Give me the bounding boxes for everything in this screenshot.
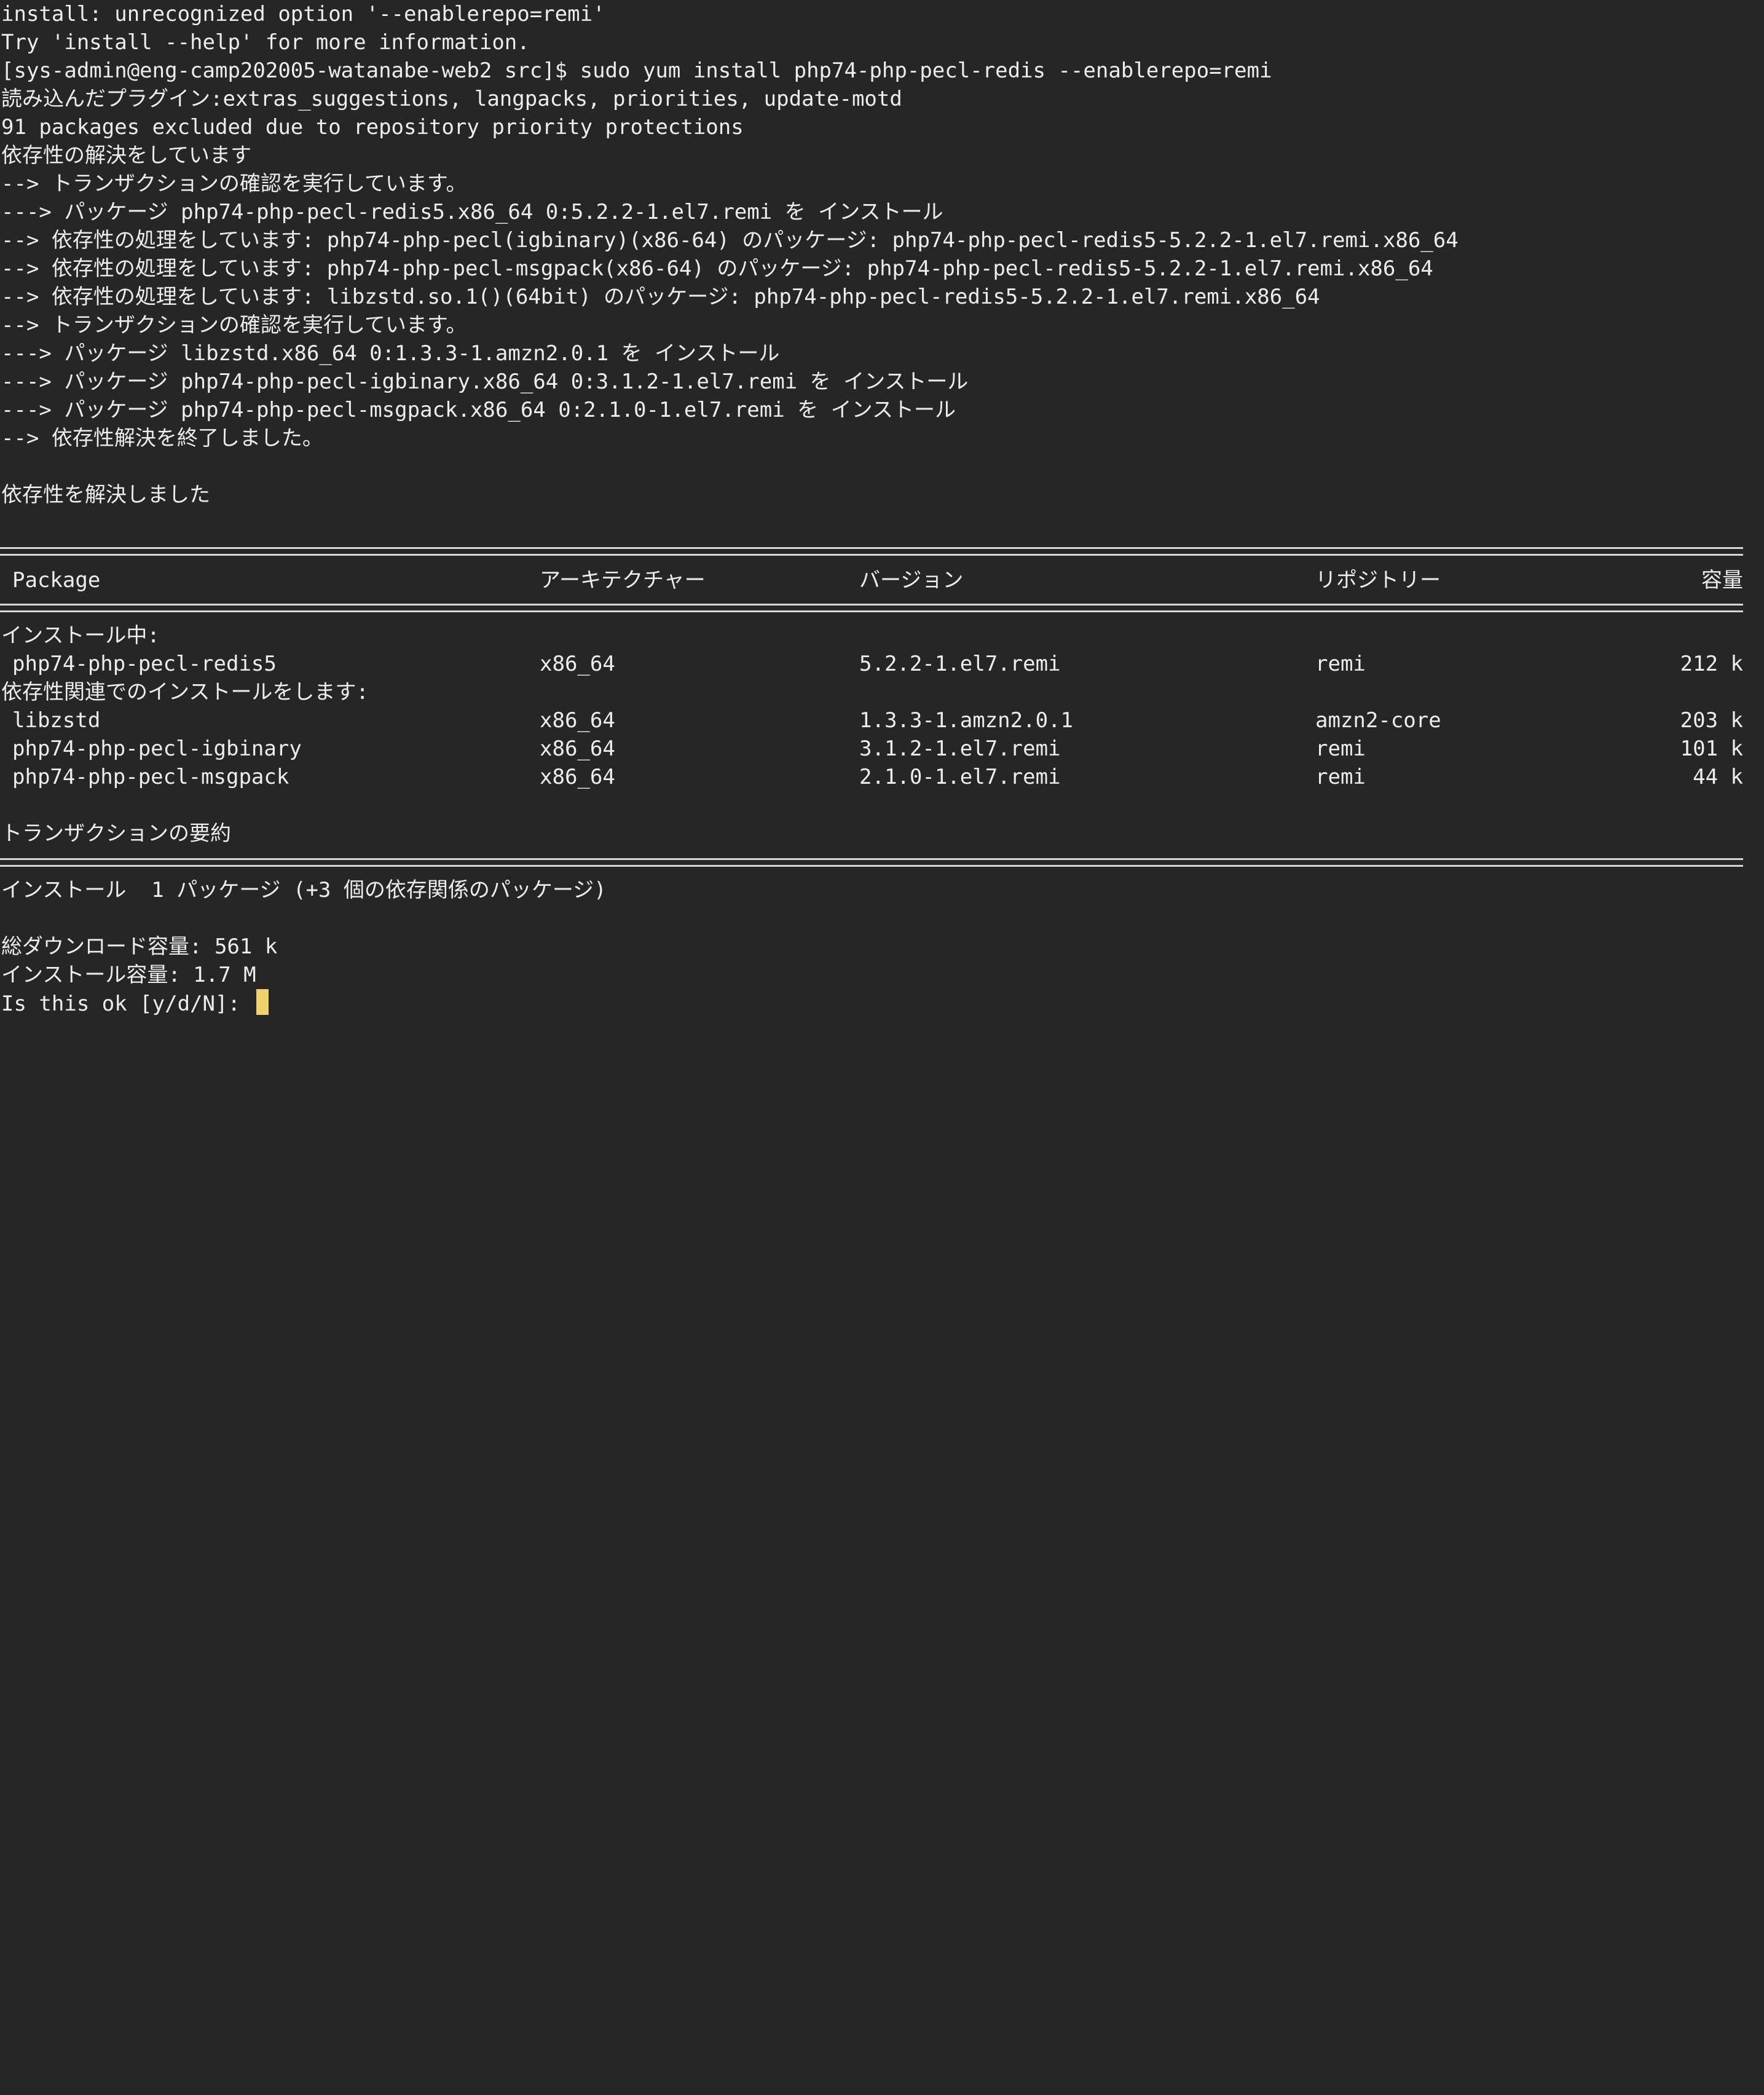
double-rule bbox=[0, 547, 1743, 556]
cell-arch: x86_64 bbox=[540, 736, 615, 761]
cell-arch: x86_64 bbox=[540, 765, 615, 789]
output-line: --> 依存性解決を終了しました。 bbox=[1, 426, 323, 451]
cell-size: 203 k bbox=[1680, 708, 1743, 733]
cell-version: 3.1.2-1.el7.remi bbox=[859, 736, 1061, 761]
output-line: --> 依存性の処理をしています: php74-php-pecl-msgpack… bbox=[1, 256, 1433, 281]
cell-version: 5.2.2-1.el7.remi bbox=[859, 652, 1061, 676]
header-version: バージョン bbox=[859, 568, 964, 593]
table-row: php74-php-pecl-msgpack x86_64 2.1.0-1.el… bbox=[0, 765, 1764, 1918]
table-row: php74-php-pecl-redis5 x86_64 5.2.2-1.el7… bbox=[0, 652, 1764, 1131]
summary-install-line: インストール 1 パッケージ (+3 個の依存関係のパッケージ) bbox=[1, 878, 607, 902]
output-line: --> トランザクションの確認を実行しています。 bbox=[1, 313, 467, 337]
download-size: 総ダウンロード容量: 561 k bbox=[1, 934, 278, 959]
cell-repo: remi bbox=[1315, 765, 1366, 789]
table-row: libzstd x86_64 1.3.3-1.amzn2.0.1 amzn2-c… bbox=[0, 708, 1764, 1426]
cell-size: 101 k bbox=[1680, 736, 1743, 761]
header-arch: アーキテクチャー bbox=[540, 568, 706, 593]
text-cursor bbox=[256, 989, 269, 1015]
output-line: 依存性を解決しました bbox=[1, 483, 210, 507]
output-line: ---> パッケージ php74-php-pecl-redis5.x86_64 … bbox=[1, 200, 943, 224]
cell-repo: remi bbox=[1315, 736, 1366, 761]
output-line: ---> パッケージ php74-php-pecl-igbinary.x86_6… bbox=[1, 369, 969, 394]
output-line: --> トランザクションの確認を実行しています。 bbox=[1, 172, 467, 196]
cell-package: php74-php-pecl-redis5 bbox=[12, 652, 277, 676]
cell-size: 44 k bbox=[1693, 765, 1743, 789]
output-line: install: unrecognized option '--enablere… bbox=[1, 2, 605, 26]
cell-package: php74-php-pecl-msgpack bbox=[12, 765, 289, 789]
output-line: --> 依存性の処理をしています: libzstd.so.1()(64bit) … bbox=[1, 285, 1320, 309]
cell-repo: amzn2-core bbox=[1315, 708, 1441, 733]
cell-size: 212 k bbox=[1680, 652, 1743, 676]
output-line: 依存性の解決をしています bbox=[1, 143, 251, 168]
header-size: 容量 bbox=[1701, 568, 1743, 593]
terminal-window[interactable]: install: unrecognized option '--enablere… bbox=[0, 0, 1764, 1048]
confirm-prompt: Is this ok [y/d/N]: bbox=[1, 992, 253, 1016]
cell-arch: x86_64 bbox=[540, 708, 615, 733]
cell-package: libzstd bbox=[12, 708, 101, 733]
output-line: Try 'install --help' for more informatio… bbox=[1, 30, 530, 55]
command-line: [sys-admin@eng-camp202005-watanabe-web2 … bbox=[1, 58, 1272, 83]
output-line: ---> パッケージ php74-php-pecl-msgpack.x86_64… bbox=[1, 398, 956, 422]
cell-version: 2.1.0-1.el7.remi bbox=[859, 765, 1061, 789]
output-line: 読み込んだプラグイン:extras_suggestions, langpacks… bbox=[1, 87, 902, 111]
confirm-prompt-line[interactable]: Is this ok [y/d/N]: bbox=[1, 989, 269, 1017]
output-line: ---> パッケージ libzstd.x86_64 0:1.3.3-1.amzn… bbox=[1, 341, 780, 366]
header-repo: リポジトリー bbox=[1315, 568, 1441, 593]
header-package: Package bbox=[12, 568, 101, 593]
cell-version: 1.3.3-1.amzn2.0.1 bbox=[859, 708, 1073, 733]
installed-size: インストール容量: 1.7 M bbox=[1, 963, 256, 987]
install-heading: インストール中: bbox=[1, 623, 160, 648]
cell-package: php74-php-pecl-igbinary bbox=[12, 736, 302, 761]
cell-repo: remi bbox=[1315, 652, 1366, 676]
double-rule bbox=[0, 604, 1743, 612]
cell-arch: x86_64 bbox=[540, 652, 615, 676]
deps-heading: 依存性関連でのインストールをします: bbox=[1, 680, 369, 704]
output-line: 91 packages excluded due to repository p… bbox=[1, 115, 744, 140]
double-rule bbox=[0, 858, 1743, 867]
summary-heading: トランザクションの要約 bbox=[1, 821, 231, 846]
output-line: --> 依存性の処理をしています: php74-php-pecl(igbinar… bbox=[1, 228, 1459, 253]
table-row: php74-php-pecl-igbinary x86_64 3.1.2-1.e… bbox=[0, 736, 1764, 1672]
